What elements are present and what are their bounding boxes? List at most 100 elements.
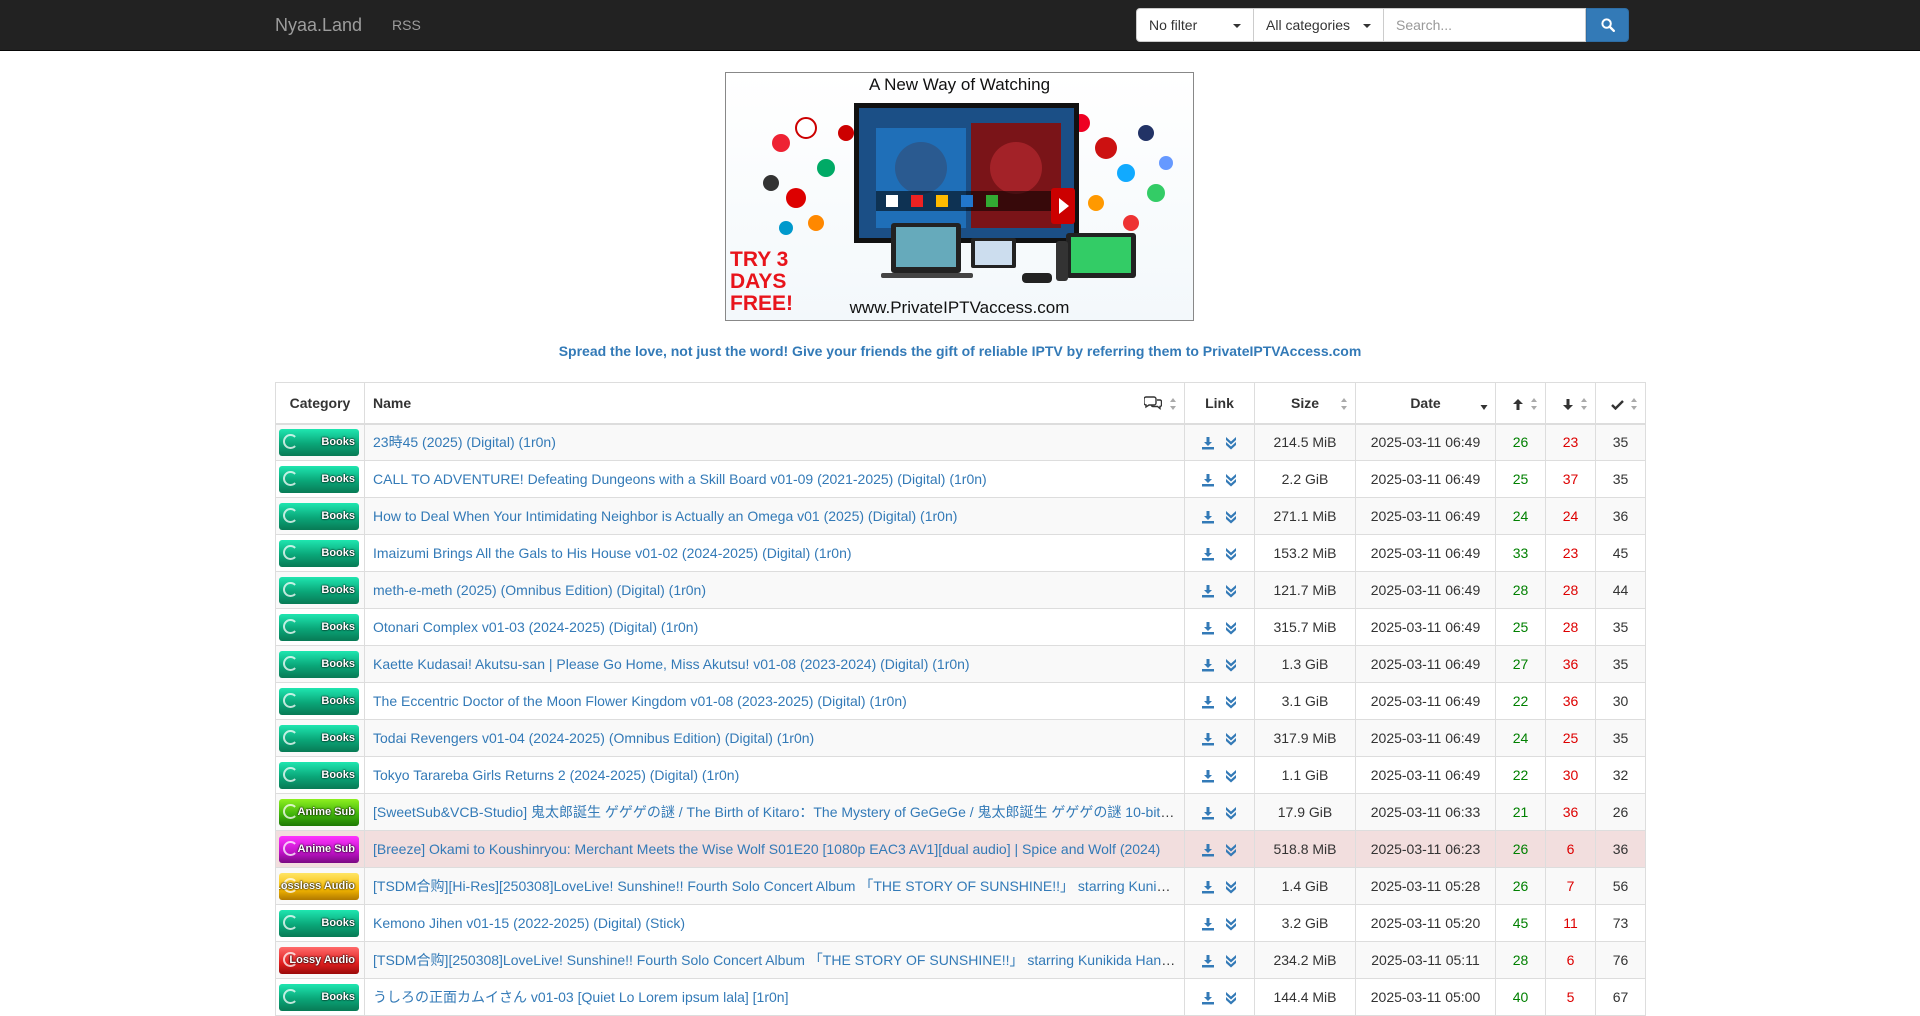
download-icon[interactable]: [1201, 510, 1215, 524]
size-cell: 144.4 MiB: [1254, 978, 1356, 1016]
leechers-cell: 36: [1545, 645, 1596, 683]
torrent-name-link[interactable]: [TSDM合购][Hi-Res][250308]LoveLive! Sunshi…: [373, 878, 1184, 894]
download-icon[interactable]: [1201, 917, 1215, 931]
category-badge[interactable]: Lossless Audio: [279, 872, 359, 900]
download-icon[interactable]: [1201, 880, 1215, 894]
download-icon[interactable]: [1201, 954, 1215, 968]
category-badge[interactable]: Books: [279, 576, 359, 604]
magnet-icon[interactable]: [1224, 954, 1238, 968]
download-icon[interactable]: [1201, 584, 1215, 598]
category-badge[interactable]: Books: [279, 909, 359, 937]
download-icon[interactable]: [1201, 695, 1215, 709]
name-cell: 23時45 (2025) (Digital) (1r0n): [364, 423, 1185, 461]
date-cell: 2025-03-11 06:49: [1355, 756, 1496, 794]
date-cell: 2025-03-11 06:49: [1355, 534, 1496, 572]
magnet-icon[interactable]: [1224, 991, 1238, 1005]
torrent-name-link[interactable]: meth-e-meth (2025) (Omnibus Edition) (Di…: [373, 582, 706, 598]
name-cell: Otonari Complex v01-03 (2024-2025) (Digi…: [364, 608, 1185, 646]
category-badge[interactable]: Books: [279, 465, 359, 493]
torrent-name-link[interactable]: The Eccentric Doctor of the Moon Flower …: [373, 693, 907, 709]
category-badge[interactable]: Anime Sub: [279, 798, 359, 826]
torrent-name-link[interactable]: [TSDM合购][250308]LoveLive! Sunshine!! Fou…: [373, 952, 1184, 968]
torrent-name-link[interactable]: Otonari Complex v01-03 (2024-2025) (Digi…: [373, 619, 698, 635]
magnet-icon[interactable]: [1224, 510, 1238, 524]
category-badge-label: Books: [321, 694, 355, 707]
col-completed[interactable]: [1595, 382, 1646, 425]
category-swirl-icon: [283, 914, 298, 930]
torrent-name-link[interactable]: [Breeze] Okami to Koushinryou: Merchant …: [373, 841, 1160, 857]
magnet-icon[interactable]: [1224, 769, 1238, 783]
magnet-icon[interactable]: [1224, 806, 1238, 820]
download-icon[interactable]: [1201, 732, 1215, 746]
col-date[interactable]: Date: [1355, 382, 1496, 425]
download-icon[interactable]: [1201, 436, 1215, 450]
category-badge[interactable]: Books: [279, 502, 359, 530]
size-cell: 317.9 MiB: [1254, 719, 1356, 757]
torrent-name-link[interactable]: [SweetSub&VCB-Studio] 鬼太郎誕生 ゲゲゲの謎 / The …: [373, 804, 1184, 820]
category-badge[interactable]: Books: [279, 983, 359, 1011]
magnet-icon[interactable]: [1224, 436, 1238, 450]
download-icon[interactable]: [1201, 658, 1215, 672]
magnet-icon[interactable]: [1224, 695, 1238, 709]
torrent-name-link[interactable]: うしろの正面カムイさん v01-03 [Quiet Lo Lorem ipsum…: [373, 989, 788, 1005]
col-category[interactable]: Category: [275, 382, 365, 425]
search-button[interactable]: [1586, 8, 1629, 42]
completed-cell: 36: [1595, 830, 1646, 868]
category-badge[interactable]: Anime Sub: [279, 835, 359, 863]
download-icon[interactable]: [1201, 621, 1215, 635]
download-icon[interactable]: [1201, 991, 1215, 1005]
completed-cell: 35: [1595, 608, 1646, 646]
name-cell: [TSDM合购][250308]LoveLive! Sunshine!! Fou…: [364, 941, 1185, 979]
magnet-icon[interactable]: [1224, 843, 1238, 857]
category-badge[interactable]: Lossy Audio: [279, 946, 359, 974]
magnet-icon[interactable]: [1224, 658, 1238, 672]
category-cell: Books: [275, 608, 365, 646]
category-badge[interactable]: Books: [279, 613, 359, 641]
col-size-label: Size: [1290, 394, 1319, 411]
col-size[interactable]: Size: [1254, 382, 1356, 425]
col-leechers[interactable]: [1545, 382, 1596, 425]
torrent-name-link[interactable]: 23時45 (2025) (Digital) (1r0n): [373, 434, 556, 450]
magnet-icon[interactable]: [1224, 584, 1238, 598]
torrent-name-link[interactable]: CALL TO ADVENTURE! Defeating Dungeons wi…: [373, 471, 987, 487]
magnet-icon[interactable]: [1224, 880, 1238, 894]
category-select[interactable]: All categories: [1254, 8, 1384, 42]
rss-link[interactable]: RSS: [392, 17, 421, 33]
col-name[interactable]: Name: [364, 382, 1185, 425]
col-seeders[interactable]: [1495, 382, 1546, 425]
category-badge[interactable]: Books: [279, 539, 359, 567]
download-icon[interactable]: [1201, 843, 1215, 857]
search-input[interactable]: [1384, 8, 1586, 42]
category-badge-label: Books: [321, 472, 355, 485]
torrent-name-link[interactable]: Imaizumi Brings All the Gals to His Hous…: [373, 545, 852, 561]
torrent-name-link[interactable]: Kemono Jihen v01-15 (2022-2025) (Digital…: [373, 915, 685, 931]
category-badge[interactable]: Books: [279, 761, 359, 789]
category-cell: Books: [275, 904, 365, 942]
magnet-icon[interactable]: [1224, 732, 1238, 746]
category-swirl-icon: [283, 988, 298, 1004]
torrent-name-link[interactable]: How to Deal When Your Intimidating Neigh…: [373, 508, 957, 524]
magnet-icon[interactable]: [1224, 473, 1238, 487]
ad-banner[interactable]: A New Way of Watching TRY 3 DAYS FREE! w…: [725, 72, 1194, 321]
torrent-name-link[interactable]: Tokyo Tarareba Girls Returns 2 (2024-202…: [373, 767, 739, 783]
category-badge[interactable]: Books: [279, 724, 359, 752]
category-badge[interactable]: Books: [279, 428, 359, 456]
referral-tagline-link[interactable]: Spread the love, not just the word! Give…: [275, 343, 1645, 359]
filter-select[interactable]: No filter: [1136, 8, 1254, 42]
magnet-icon[interactable]: [1224, 547, 1238, 561]
caret-down-icon: [1233, 24, 1241, 28]
brand-link[interactable]: Nyaa.Land: [275, 15, 362, 36]
search-icon: [1600, 18, 1615, 32]
sort-desc-icon: [1480, 405, 1488, 410]
magnet-icon[interactable]: [1224, 917, 1238, 931]
download-icon[interactable]: [1201, 806, 1215, 820]
download-icon[interactable]: [1201, 473, 1215, 487]
category-badge[interactable]: Books: [279, 650, 359, 678]
check-icon: [1611, 399, 1624, 410]
download-icon[interactable]: [1201, 547, 1215, 561]
torrent-name-link[interactable]: Todai Revengers v01-04 (2024-2025) (Omni…: [373, 730, 814, 746]
category-badge[interactable]: Books: [279, 687, 359, 715]
download-icon[interactable]: [1201, 769, 1215, 783]
magnet-icon[interactable]: [1224, 621, 1238, 635]
torrent-name-link[interactable]: Kaette Kudasai! Akutsu-san | Please Go H…: [373, 656, 970, 672]
